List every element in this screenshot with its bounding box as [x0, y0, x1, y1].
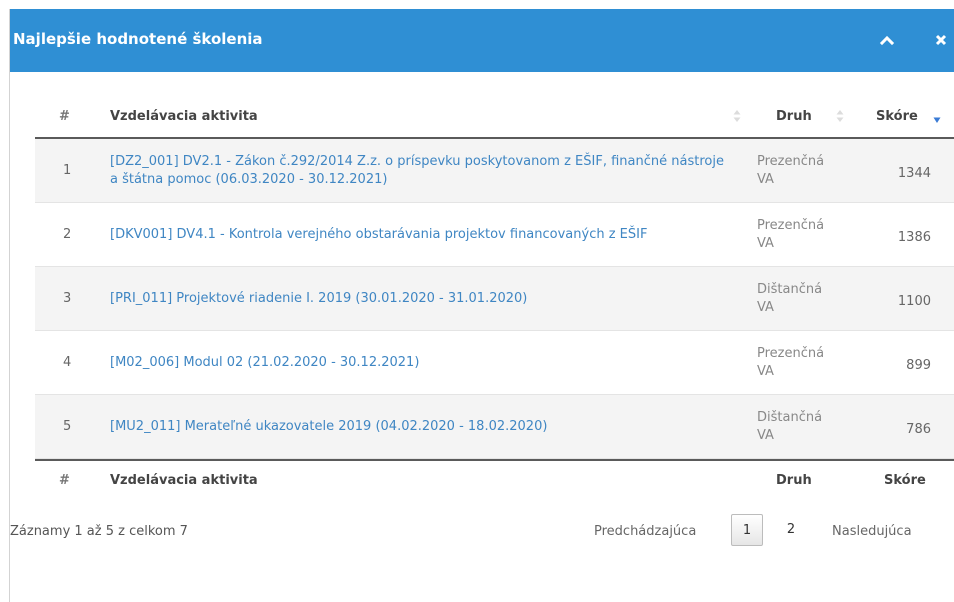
table-footer-row: # Vzdelávacia aktivita Druh Skóre [35, 459, 954, 501]
row-number: 1 [63, 163, 72, 178]
column-footer-score: Skóre [884, 473, 926, 488]
records-info: Záznamy 1 až 5 z celkom 7 [10, 524, 188, 539]
activity-type: Prezenčná VA [757, 218, 825, 251]
activity-link[interactable]: [M02_006] Modul 02 (21.02.2020 - 30.12.2… [110, 354, 419, 372]
panel-header: Najlepšie hodnotené školenia [10, 9, 954, 72]
table-row: 1 [DZ2_001] DV2.1 - Zákon č.292/2014 Z.z… [35, 139, 954, 203]
activity-score: 1386 [897, 229, 931, 245]
column-footer-type: Druh [776, 473, 812, 488]
column-header-number[interactable]: # [59, 109, 70, 124]
panel-title: Najlepšie hodnotené školenia [13, 30, 263, 48]
sort-both-icon[interactable] [732, 108, 742, 124]
row-number: 4 [63, 355, 72, 370]
pagination-next-button[interactable]: Nasledujúca [832, 524, 912, 539]
table-row: 2 [DKV001] DV4.1 - Kontrola verejného ob… [35, 203, 954, 267]
table-footer: Záznamy 1 až 5 z celkom 7 Predchádzajúca… [10, 514, 954, 554]
table-row: 5 [MU2_011] Merateľné ukazovatele 2019 (… [35, 395, 954, 459]
column-footer-number: # [59, 473, 70, 488]
sort-both-icon[interactable] [835, 108, 845, 124]
row-number: 2 [63, 227, 72, 242]
pagination-page-2[interactable]: 2 [775, 514, 807, 546]
row-number: 5 [63, 419, 72, 434]
column-footer-activity: Vzdelávacia aktivita [110, 473, 258, 488]
activity-score: 1344 [897, 165, 931, 181]
table-row: 3 [PRI_011] Projektové riadenie I. 2019 … [35, 267, 954, 331]
column-header-score[interactable]: Skóre [876, 109, 918, 124]
activity-type: Prezenčná VA [757, 154, 825, 187]
activity-link[interactable]: [PRI_011] Projektové riadenie I. 2019 (3… [110, 290, 527, 308]
table-header-row: # Vzdelávacia aktivita Druh Skóre [35, 97, 954, 139]
close-icon[interactable] [932, 31, 950, 49]
sort-descending-icon[interactable] [932, 111, 942, 127]
activity-type: Dištančná VA [757, 410, 823, 443]
trainings-table: # Vzdelávacia aktivita Druh Skóre 1 [DZ2… [35, 97, 954, 501]
activity-link[interactable]: [DZ2_001] DV2.1 - Zákon č.292/2014 Z.z. … [110, 153, 730, 189]
activity-type: Dištančná VA [757, 282, 823, 315]
activity-score: 1100 [897, 293, 931, 309]
pagination-previous-button[interactable]: Predchádzajúca [594, 524, 696, 539]
activity-score: 899 [906, 357, 931, 373]
activity-score: 786 [906, 421, 931, 437]
row-number: 3 [63, 291, 72, 306]
activity-link[interactable]: [MU2_011] Merateľné ukazovatele 2019 (04… [110, 418, 547, 436]
column-header-activity[interactable]: Vzdelávacia aktivita [110, 109, 258, 124]
table-row: 4 [M02_006] Modul 02 (21.02.2020 - 30.12… [35, 331, 954, 395]
top-rated-trainings-panel: Najlepšie hodnotené školenia # Vzdelávac… [9, 9, 954, 602]
activity-type: Prezenčná VA [757, 346, 825, 379]
activity-link[interactable]: [DKV001] DV4.1 - Kontrola verejného obst… [110, 226, 647, 244]
column-header-type[interactable]: Druh [776, 109, 812, 124]
chevron-up-icon[interactable] [878, 31, 896, 49]
pagination-page-1[interactable]: 1 [731, 514, 763, 546]
